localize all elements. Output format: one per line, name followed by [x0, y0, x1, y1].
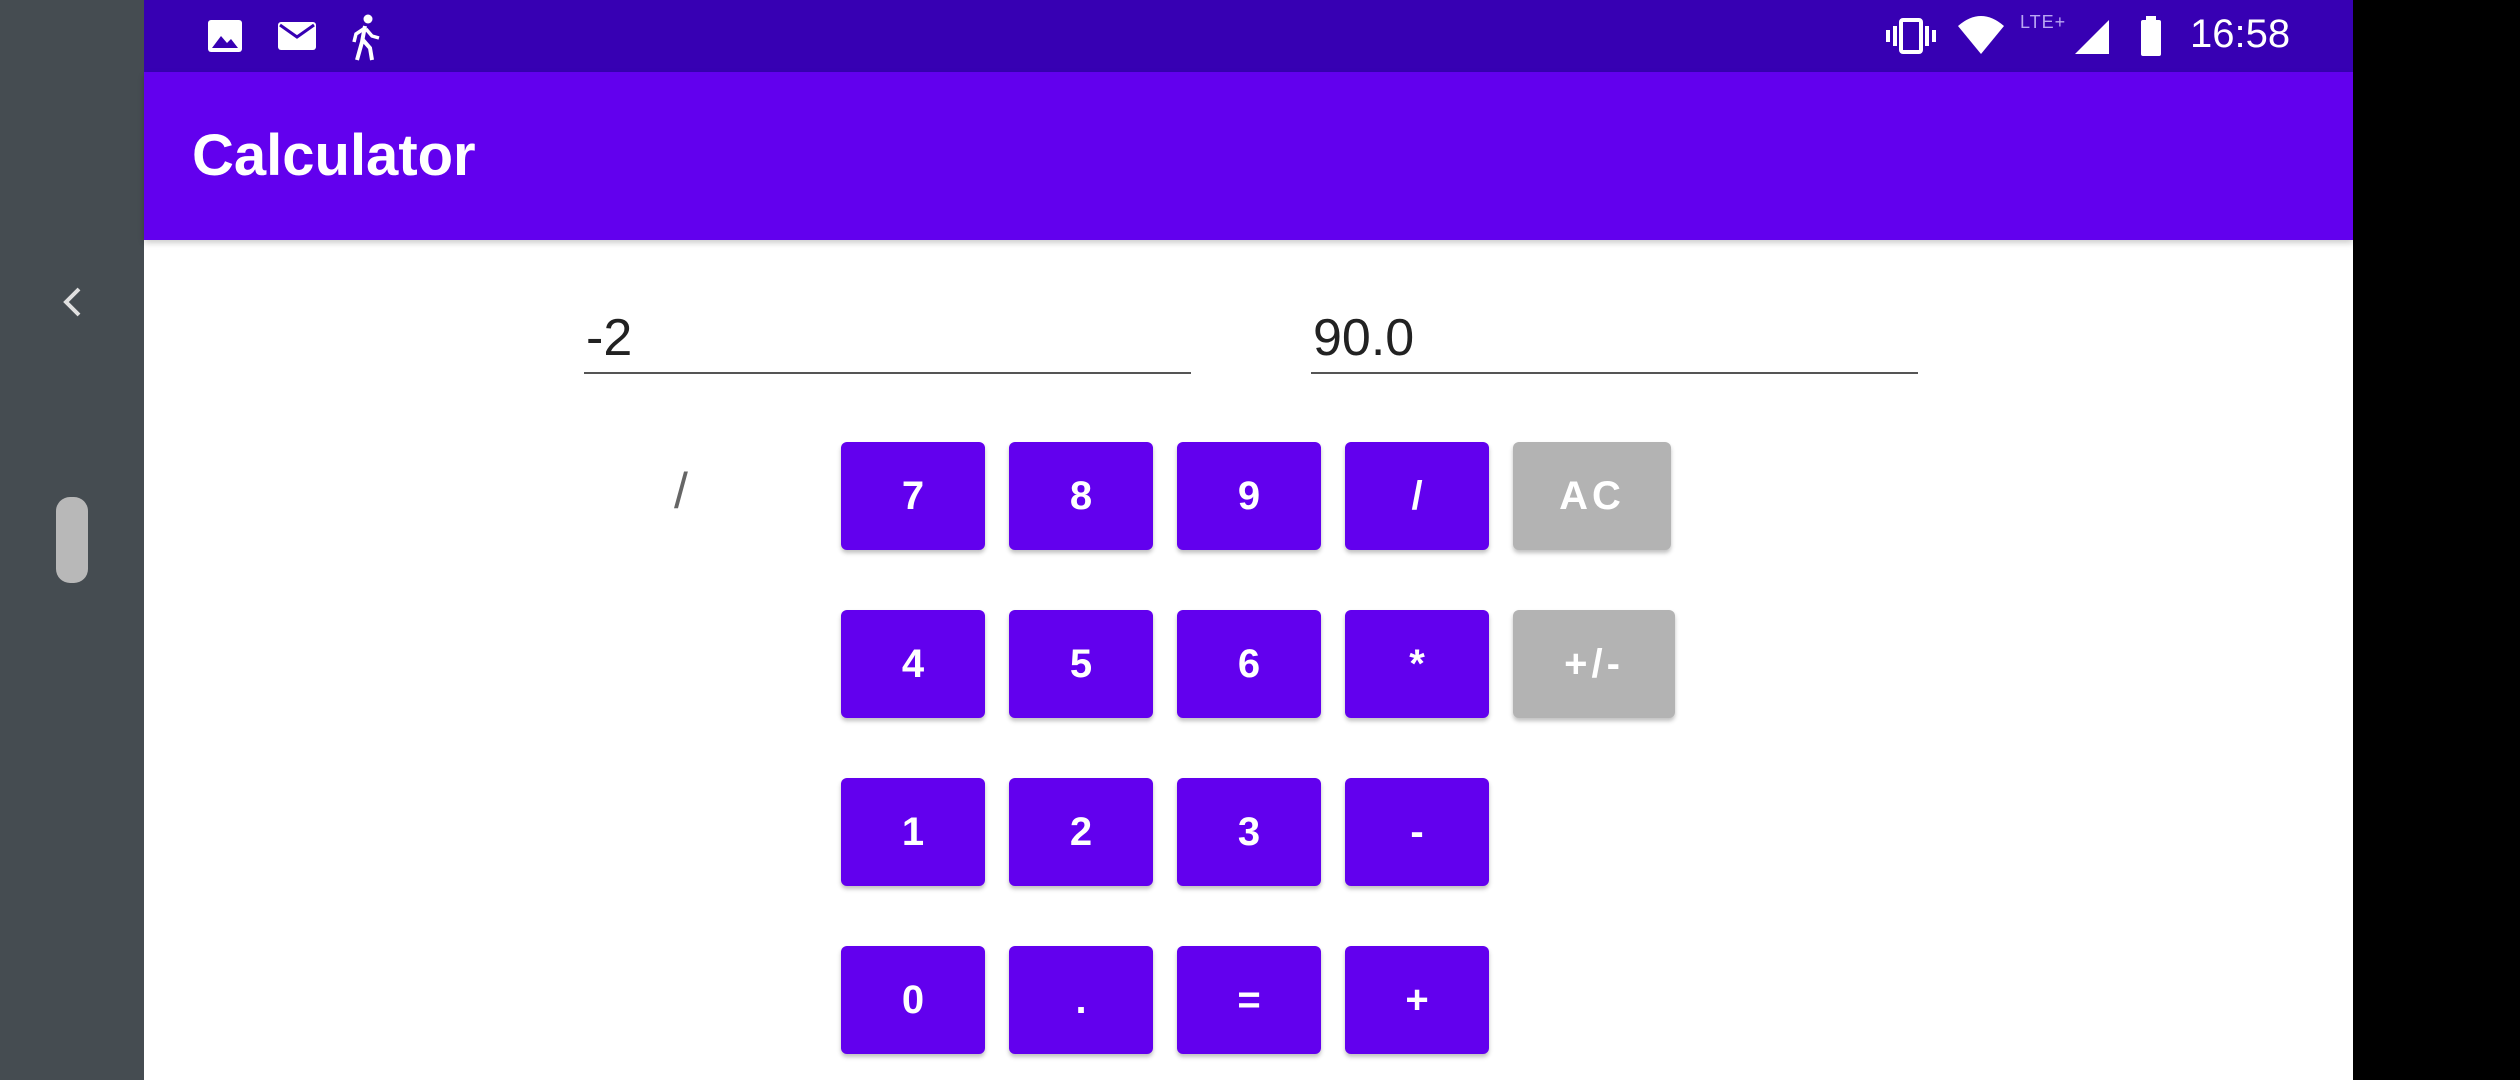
image-icon [208, 20, 242, 52]
key-5[interactable]: 5 [1009, 610, 1153, 718]
app-screen: LTE+ 16:58 Calculator -2 90.0 / 7 8 9 / … [144, 0, 2353, 1080]
key-8[interactable]: 8 [1009, 442, 1153, 550]
second-operand-field[interactable]: 90.0 [1311, 306, 1918, 374]
app-bar: Calculator [144, 72, 2353, 240]
key-add[interactable]: + [1345, 946, 1489, 1054]
battery-icon [2141, 16, 2161, 56]
network-type-label: LTE+ [2020, 12, 2067, 32]
navigation-rail [0, 0, 144, 1080]
key-3[interactable]: 3 [1177, 778, 1321, 886]
key-all-clear[interactable]: AC [1513, 442, 1671, 550]
key-1[interactable]: 1 [841, 778, 985, 886]
key-equals[interactable]: = [1177, 946, 1321, 1054]
key-4[interactable]: 4 [841, 610, 985, 718]
vibrate-icon [1886, 18, 1936, 54]
walking-icon [352, 14, 380, 61]
key-6[interactable]: 6 [1177, 610, 1321, 718]
key-multiply[interactable]: * [1345, 610, 1489, 718]
key-toggle-sign[interactable]: +/- [1513, 610, 1675, 718]
key-7[interactable]: 7 [841, 442, 985, 550]
side-handle[interactable] [56, 497, 88, 583]
signal-icon [2075, 20, 2109, 54]
key-0[interactable]: 0 [841, 946, 985, 1054]
mail-icon [278, 22, 316, 50]
clock: 16:58 [2190, 12, 2291, 56]
key-divide[interactable]: / [1345, 442, 1489, 550]
wifi-icon [1958, 16, 2004, 54]
screen-edge [2353, 0, 2520, 1080]
key-9[interactable]: 9 [1177, 442, 1321, 550]
key-2[interactable]: 2 [1009, 778, 1153, 886]
first-operand-field[interactable]: -2 [584, 306, 1191, 374]
key-subtract[interactable]: - [1345, 778, 1489, 886]
status-bar: LTE+ 16:58 [144, 0, 2353, 72]
key-decimal[interactable]: . [1009, 946, 1153, 1054]
back-chevron-icon[interactable] [60, 285, 84, 319]
operator-display: / [674, 463, 688, 519]
app-title: Calculator [192, 123, 476, 188]
